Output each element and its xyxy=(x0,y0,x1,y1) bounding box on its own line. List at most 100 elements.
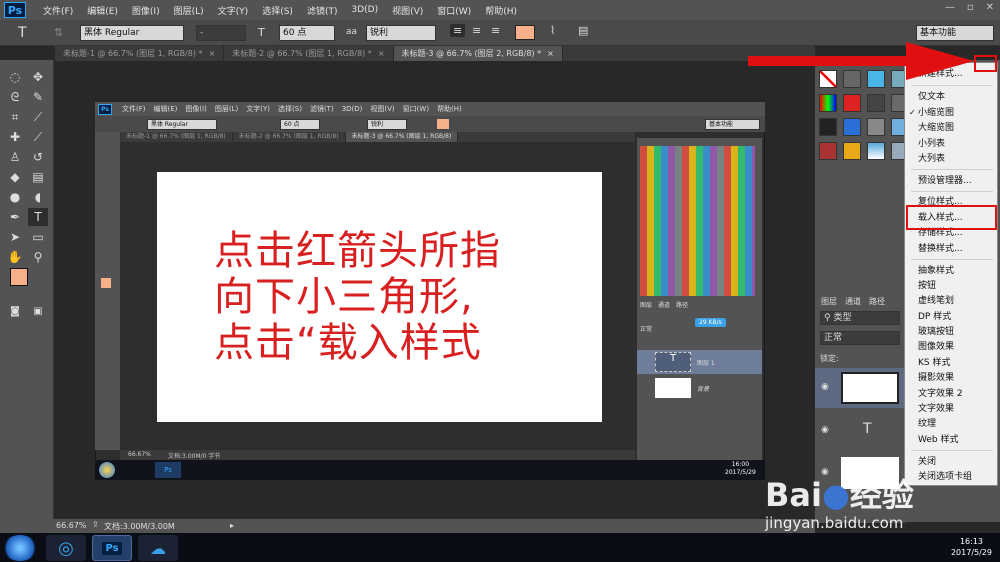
menu-large-list[interactable]: 大列表 xyxy=(918,152,945,166)
menu-dotted-strokes[interactable]: 虚线笔划 xyxy=(918,294,954,308)
style-swatch[interactable] xyxy=(819,142,837,160)
character-panel-icon[interactable]: ▤ xyxy=(578,24,588,37)
menu-3d[interactable]: 3D(D) xyxy=(344,5,385,15)
shape-tool-icon[interactable]: ▭ xyxy=(28,228,48,246)
tab-paths[interactable]: 路径 xyxy=(869,296,885,307)
close-icon[interactable]: × xyxy=(547,49,554,58)
share-icon[interactable]: ⇪ xyxy=(92,520,99,529)
align-center-icon[interactable]: ≡ xyxy=(472,24,481,37)
antialias-select[interactable]: 锐利 xyxy=(366,25,436,41)
dodge-tool-icon[interactable]: ◖ xyxy=(28,188,48,206)
menu-ks-styles[interactable]: KS 样式 xyxy=(918,356,950,370)
close-icon[interactable]: × xyxy=(209,49,216,58)
menu-type[interactable]: 文字(Y) xyxy=(211,4,256,17)
hand-tool-icon[interactable]: ✋ xyxy=(5,248,25,266)
menu-edit[interactable]: 编辑(E) xyxy=(80,4,125,17)
menu-help[interactable]: 帮助(H) xyxy=(478,4,524,17)
tab-untitled-3[interactable]: 未标题-3 @ 66.7% (图层 2, RGB/8) * × xyxy=(393,46,563,61)
visibility-eye-icon[interactable]: ◉ xyxy=(821,467,829,477)
tab-channels[interactable]: 通道 xyxy=(845,296,861,307)
close-icon[interactable]: × xyxy=(378,49,385,58)
font-family-select[interactable]: 黑体 Regular xyxy=(80,25,184,41)
style-swatch[interactable] xyxy=(819,118,837,136)
style-swatch[interactable] xyxy=(867,142,885,160)
healing-brush-icon[interactable]: ✚ xyxy=(5,128,25,146)
style-swatch[interactable] xyxy=(843,142,861,160)
blend-mode-select[interactable]: 正常 xyxy=(820,331,900,345)
font-size-select[interactable]: 60 点 xyxy=(279,25,335,41)
layer-row-selected[interactable]: ◉ xyxy=(815,368,905,408)
menu-small-list[interactable]: 小列表 xyxy=(918,137,945,151)
screen-mode-icon[interactable]: ▣ xyxy=(28,302,48,320)
menu-large-thumbnail[interactable]: 大缩览图 xyxy=(918,121,954,135)
menu-dp-styles[interactable]: DP 样式 xyxy=(918,310,951,324)
menu-filter[interactable]: 滤镜(T) xyxy=(300,4,345,17)
menu-web-styles[interactable]: Web 样式 xyxy=(918,433,958,447)
menu-buttons[interactable]: 按钮 xyxy=(918,279,936,293)
menu-text-effects-2[interactable]: 文字效果 2 xyxy=(918,387,963,401)
menu-photographic-effects[interactable]: 摄影效果 xyxy=(918,371,954,385)
type-tool-icon[interactable]: T xyxy=(28,208,48,226)
text-color-swatch[interactable] xyxy=(515,25,535,40)
style-swatch[interactable] xyxy=(843,94,861,112)
quick-mask-icon[interactable]: ◙ xyxy=(5,302,25,320)
menu-image-effects[interactable]: 图像效果 xyxy=(918,340,954,354)
zoom-tool-icon[interactable]: ⚲ xyxy=(28,248,48,266)
photoshop-app-icon[interactable]: Ps xyxy=(92,535,132,561)
eyedropper-icon[interactable]: ⟋ xyxy=(28,108,48,126)
menu-replace-styles[interactable]: 替换样式... xyxy=(918,242,963,256)
menu-small-thumbnail[interactable]: 小缩览图 xyxy=(918,106,954,120)
marquee-tool-icon[interactable]: ◌ xyxy=(5,68,25,86)
tab-untitled-1[interactable]: 未标题-1 @ 66.7% (图层 1, RGB/8) * × xyxy=(55,46,225,61)
menu-select[interactable]: 选择(S) xyxy=(255,4,300,17)
lasso-tool-icon[interactable]: ᘓ xyxy=(5,88,25,106)
menu-abstract-styles[interactable]: 抽象样式 xyxy=(918,264,954,278)
menu-close[interactable]: 关闭 xyxy=(918,455,936,469)
cloud-app-icon[interactable]: ☁ xyxy=(138,535,178,561)
type-tool-icon[interactable]: T xyxy=(18,25,27,41)
menu-textures[interactable]: 纹理 xyxy=(918,417,936,431)
close-icon[interactable]: ✕ xyxy=(986,2,994,13)
browser-app-icon[interactable]: ◎ xyxy=(46,535,86,561)
visibility-eye-icon[interactable]: ◉ xyxy=(821,382,829,392)
brush-tool-icon[interactable]: ⟋ xyxy=(28,128,48,146)
menu-window[interactable]: 窗口(W) xyxy=(430,4,478,17)
visibility-eye-icon[interactable]: ◉ xyxy=(821,425,829,435)
maximize-icon[interactable]: ▫ xyxy=(967,2,974,13)
start-button-icon[interactable] xyxy=(2,535,38,561)
align-left-icon[interactable]: ≡ xyxy=(450,24,466,37)
style-swatch[interactable] xyxy=(867,118,885,136)
menu-close-tab-group[interactable]: 关闭选项卡组 xyxy=(918,470,972,484)
eraser-tool-icon[interactable]: ◆ xyxy=(5,168,25,186)
tab-untitled-2[interactable]: 未标题-2 @ 66.7% (图层 1, RGB/8) * × xyxy=(224,46,394,61)
menu-text-effects[interactable]: 文字效果 xyxy=(918,402,954,416)
menu-file[interactable]: 文件(F) xyxy=(36,4,80,17)
pen-tool-icon[interactable]: ✒ xyxy=(5,208,25,226)
menu-glass-buttons[interactable]: 玻璃按钮 xyxy=(918,325,954,339)
zoom-level[interactable]: 66.67% xyxy=(56,521,87,530)
menu-preset-manager[interactable]: 预设管理器... xyxy=(918,174,972,188)
menu-text-only[interactable]: 仅文本 xyxy=(918,90,945,104)
menu-layer[interactable]: 图层(L) xyxy=(167,4,211,17)
foreground-color-swatch[interactable] xyxy=(10,268,28,286)
clone-stamp-icon[interactable]: ♙ xyxy=(5,148,25,166)
layer-row-text[interactable]: ◉ T xyxy=(815,411,905,451)
crop-tool-icon[interactable]: ⌗ xyxy=(5,108,25,126)
warp-text-icon[interactable]: ⌇ xyxy=(550,24,555,37)
blur-tool-icon[interactable]: ● xyxy=(5,188,25,206)
menu-image[interactable]: 图像(I) xyxy=(125,4,167,17)
status-expand-icon[interactable]: ▸ xyxy=(230,521,234,530)
menu-view[interactable]: 视图(V) xyxy=(385,4,430,17)
style-swatch[interactable] xyxy=(843,118,861,136)
layer-row-background[interactable]: ◉ xyxy=(815,453,905,493)
minimize-icon[interactable]: — xyxy=(945,2,955,13)
history-brush-icon[interactable]: ↺ xyxy=(28,148,48,166)
system-clock[interactable]: 16:13 2017/5/29 xyxy=(951,536,992,558)
style-swatch[interactable] xyxy=(819,94,837,112)
layer-kind-filter[interactable]: ⚲ 类型 xyxy=(820,311,900,325)
quick-select-icon[interactable]: ✎ xyxy=(28,88,48,106)
font-style-select[interactable]: - xyxy=(196,25,246,41)
style-swatch[interactable] xyxy=(867,94,885,112)
align-right-icon[interactable]: ≡ xyxy=(491,24,500,37)
workspace-select[interactable]: 基本功能 xyxy=(916,25,994,41)
